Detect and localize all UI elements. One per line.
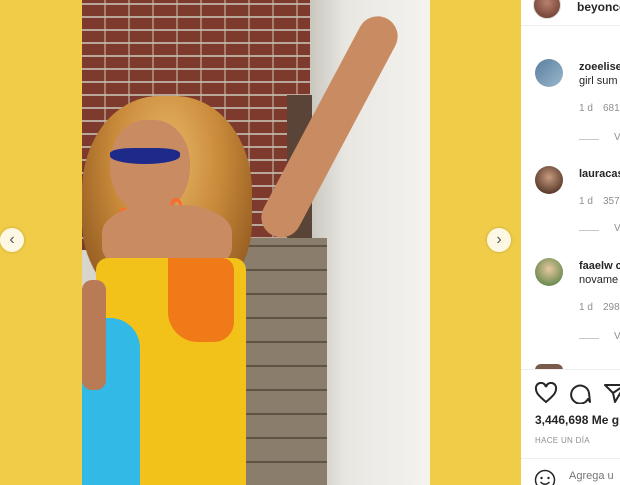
comment-text: girl sum — [579, 75, 618, 87]
comment-likes[interactable]: 681 — [603, 103, 620, 114]
view-replies-link[interactable]: V — [614, 132, 620, 143]
post-header: beyonce — [521, 0, 620, 26]
share-icon[interactable] — [603, 382, 620, 404]
comment-time: 1 d — [579, 103, 593, 114]
post-side-panel: beyonce zoeelise girl sum 1 d 681 V laur… — [521, 0, 620, 485]
add-comment-input[interactable] — [569, 470, 620, 482]
chevron-left-icon[interactable]: ‹ — [0, 228, 24, 252]
comment-time: 1 d — [579, 302, 593, 313]
view-replies-link[interactable]: V — [614, 223, 620, 234]
comment-time: 1 d — [579, 196, 593, 207]
replies-divider — [579, 230, 599, 231]
replies-divider — [579, 139, 599, 140]
comment-item: lauracas 1 d 357 V — [521, 166, 620, 246]
comment-icon[interactable] — [568, 382, 592, 404]
comment-item: zoeelise girl sum 1 d 681 V — [521, 59, 620, 143]
post-date[interactable]: HACE UN DÍA — [535, 436, 590, 445]
dress-orange-panel — [168, 258, 234, 342]
comment-text: novame — [579, 274, 619, 286]
avatar[interactable] — [535, 258, 563, 286]
comment-likes[interactable]: 357 — [603, 196, 620, 207]
comment-username[interactable]: zoeelise — [579, 61, 620, 73]
post-photo[interactable] — [82, 0, 430, 485]
sunglasses — [110, 148, 180, 164]
likes-count[interactable]: 3,446,698 Me g — [535, 413, 619, 427]
add-comment-bar — [521, 458, 620, 485]
view-replies-link[interactable]: V — [614, 331, 620, 342]
replies-divider — [579, 338, 599, 339]
chevron-right-icon[interactable]: › — [487, 228, 511, 252]
avatar[interactable] — [533, 0, 561, 19]
post-actions: 3,446,698 Me g HACE UN DÍA — [521, 369, 620, 485]
comment-username[interactable]: faaelw c — [579, 260, 620, 272]
comment-likes[interactable]: 298 — [603, 302, 620, 313]
comment-username[interactable]: lauracas — [579, 168, 620, 180]
post-username[interactable]: beyonce — [577, 0, 620, 14]
comment-item: faaelw c novame 1 d 298 V — [521, 258, 620, 342]
emoji-icon[interactable] — [534, 469, 556, 485]
heart-icon[interactable] — [534, 382, 558, 404]
avatar[interactable] — [535, 166, 563, 194]
lowered-arm — [82, 280, 106, 390]
avatar[interactable] — [535, 59, 563, 87]
